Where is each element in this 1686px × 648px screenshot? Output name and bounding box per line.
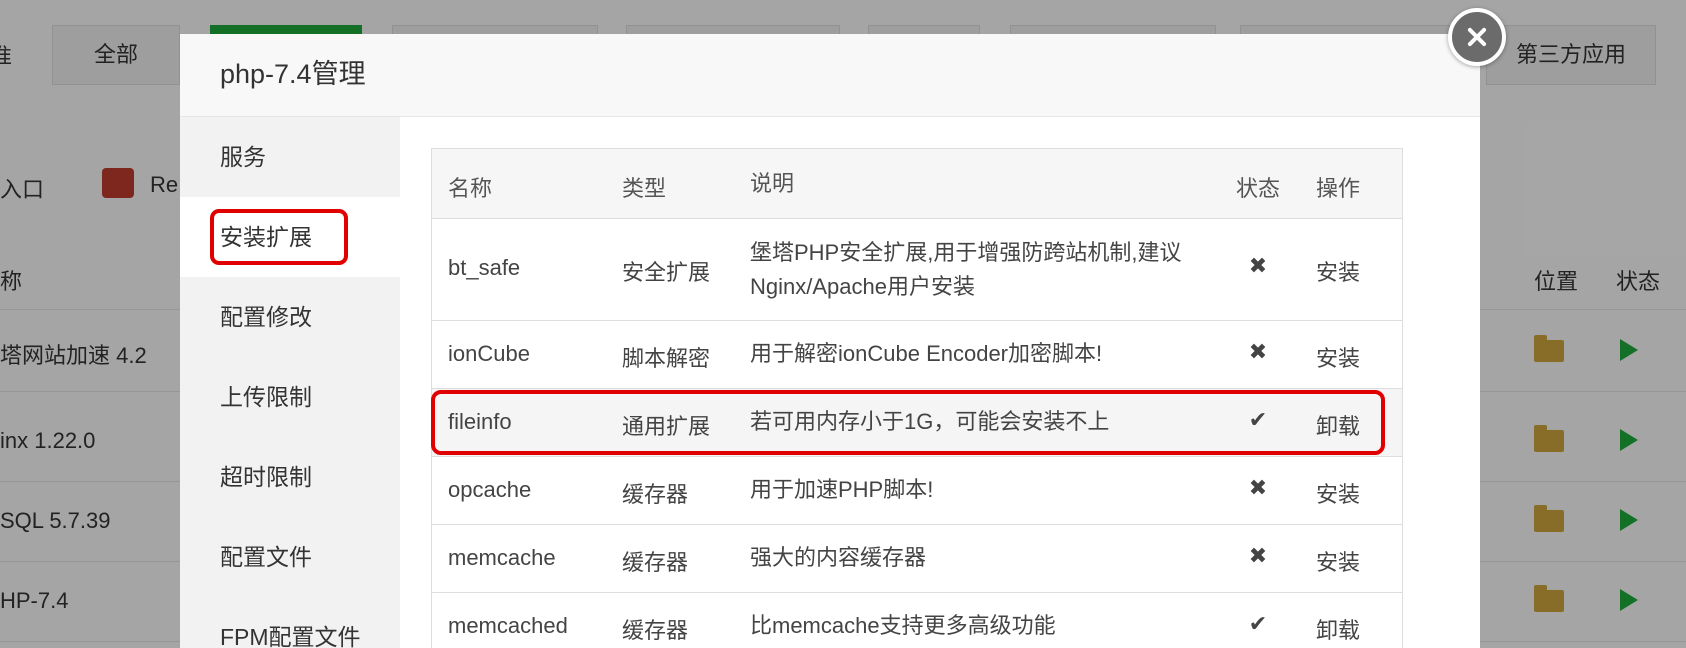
highlight-box xyxy=(210,209,348,265)
dialog-sidebar: 服务 安装扩展 配置修改 上传限制 超时限制 配置文件 FPM配置文件 xyxy=(180,117,400,648)
ext-type: 缓存器 xyxy=(622,482,689,507)
dialog-title: php-7.4管理 xyxy=(180,34,1480,117)
status-check-icon: ✔ xyxy=(1248,611,1268,636)
uninstall-button[interactable]: 卸载 xyxy=(1316,613,1360,645)
ext-name: ionCube xyxy=(448,341,530,366)
ext-type: 缓存器 xyxy=(622,618,689,643)
sidebar-item-config-file[interactable]: 配置文件 xyxy=(180,517,400,597)
ext-type: 缓存器 xyxy=(622,550,689,575)
status-x-icon: ✖ xyxy=(1248,253,1268,278)
sidebar-item-label: 服务 xyxy=(220,144,266,170)
ext-name: fileinfo xyxy=(448,409,512,434)
ext-name: memcache xyxy=(448,545,556,570)
install-button[interactable]: 安装 xyxy=(1316,255,1360,287)
status-x-icon: ✖ xyxy=(1248,543,1268,568)
install-button[interactable]: 安装 xyxy=(1316,545,1360,577)
table-row: ionCube 脚本解密 用于解密ionCube Encoder加密脚本! ✖ … xyxy=(432,321,1402,389)
header-description: 说明 xyxy=(750,171,795,196)
ext-description: 堡塔PHP安全扩展,用于增强防跨站机制,建议Nginx/Apache用户安装 xyxy=(750,240,1182,299)
sidebar-item-timeout-limit[interactable]: 超时限制 xyxy=(180,437,400,517)
ext-type: 安全扩展 xyxy=(622,260,711,285)
ext-description: 强大的内容缓存器 xyxy=(750,545,927,570)
sidebar-item-fpm-config[interactable]: FPM配置文件 xyxy=(180,597,400,648)
install-button[interactable]: 安装 xyxy=(1316,341,1360,373)
ext-description: 用于解密ionCube Encoder加密脚本! xyxy=(750,341,1103,366)
php-manage-dialog: php-7.4管理 服务 安装扩展 配置修改 上传限制 超时限制 配置文件 FP… xyxy=(180,34,1480,648)
ext-name: memcached xyxy=(448,613,568,638)
status-x-icon: ✖ xyxy=(1248,475,1268,500)
ext-description: 若可用内存小于1G，可能会安装不上 xyxy=(750,409,1110,434)
ext-type: 通用扩展 xyxy=(622,414,711,439)
ext-description: 用于加速PHP脚本! xyxy=(750,477,934,502)
table-row: opcache 缓存器 用于加速PHP脚本! ✖ 安装 xyxy=(432,457,1402,525)
sidebar-item-install-extensions[interactable]: 安装扩展 xyxy=(180,197,400,277)
sidebar-item-label: 配置文件 xyxy=(220,544,312,570)
ext-type: 脚本解密 xyxy=(622,346,711,371)
ext-description: 比memcache支持更多高级功能 xyxy=(750,613,1056,638)
header-operation: 操作 xyxy=(1316,176,1361,201)
extensions-panel: 名称 类型 说明 状态 操作 bt_safe 安全扩展 堡塔PHP安全扩展,用于… xyxy=(400,117,1480,648)
sidebar-item-label: FPM配置文件 xyxy=(220,624,361,648)
extensions-table: 名称 类型 说明 状态 操作 bt_safe 安全扩展 堡塔PHP安全扩展,用于… xyxy=(431,148,1403,648)
table-row: memcached 缓存器 比memcache支持更多高级功能 ✔ 卸载 xyxy=(432,593,1402,648)
ext-name: bt_safe xyxy=(448,255,521,280)
install-button[interactable]: 安装 xyxy=(1316,477,1360,509)
sidebar-item-label: 上传限制 xyxy=(220,384,312,410)
status-x-icon: ✖ xyxy=(1248,339,1268,364)
sidebar-item-config-edit[interactable]: 配置修改 xyxy=(180,277,400,357)
sidebar-item-label: 配置修改 xyxy=(220,304,312,330)
sidebar-item-label: 超时限制 xyxy=(220,464,312,490)
status-check-icon: ✔ xyxy=(1248,407,1268,432)
table-row: bt_safe 安全扩展 堡塔PHP安全扩展,用于增强防跨站机制,建议Nginx… xyxy=(432,219,1402,321)
ext-name: opcache xyxy=(448,477,532,502)
header-type: 类型 xyxy=(622,176,667,201)
sidebar-item-upload-limit[interactable]: 上传限制 xyxy=(180,357,400,437)
sidebar-item-service[interactable]: 服务 xyxy=(180,117,400,197)
header-status: 状态 xyxy=(1236,176,1281,201)
table-row: fileinfo 通用扩展 若可用内存小于1G，可能会安装不上 ✔ 卸载 xyxy=(432,389,1402,457)
header-name: 名称 xyxy=(448,176,493,201)
uninstall-button[interactable]: 卸载 xyxy=(1316,409,1360,441)
table-header: 名称 类型 说明 状态 操作 xyxy=(432,149,1402,219)
table-row: memcache 缓存器 强大的内容缓存器 ✖ 安装 xyxy=(432,525,1402,593)
close-icon[interactable] xyxy=(1448,8,1506,66)
